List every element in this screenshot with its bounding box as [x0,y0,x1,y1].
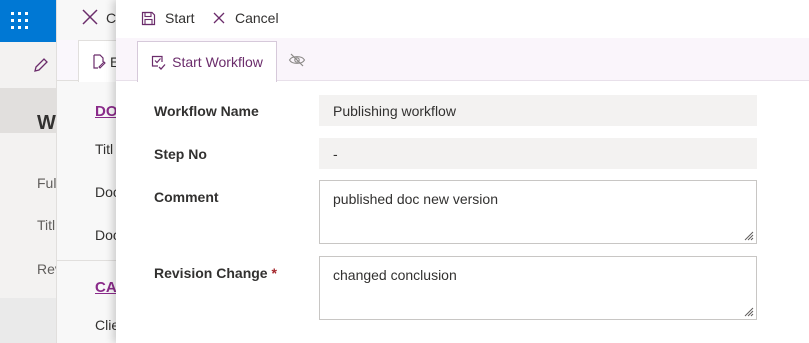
start-button[interactable]: Start [141,0,195,36]
cancel-button-label: Cancel [235,10,279,26]
field-label-partial: Ful [37,175,57,191]
tab-start-workflow-label: Start Workflow [172,54,263,70]
resize-grip-icon[interactable] [742,305,754,317]
close-icon [213,12,225,24]
revision-change-value: changed conclusion [333,267,457,283]
cancel-button[interactable]: Cancel [212,0,279,36]
revision-change-textarea[interactable]: changed conclusion [319,256,757,320]
edit-doc-icon [93,54,106,69]
app-launcher-button[interactable] [0,0,56,42]
pencil-icon[interactable] [32,56,50,74]
step-no-value: - [333,146,338,162]
section-heading-partial[interactable]: DO [95,103,118,120]
workflow-name-field: Publishing workflow [319,95,757,126]
workflow-name-value: Publishing workflow [333,103,456,119]
section-heading-partial[interactable]: CA [95,279,117,296]
revision-change-label-text: Revision Change [154,265,268,281]
comment-value: published doc new version [333,191,498,207]
footer-band [0,298,56,343]
field-label-partial: Titl [37,217,56,233]
revision-change-label: Revision Change * [154,265,277,281]
workflow-name-label: Workflow Name [154,103,259,119]
save-icon [141,11,156,25]
step-no-field: - [319,138,757,169]
tab-start-workflow[interactable]: Start Workflow [137,41,277,82]
resize-grip-icon[interactable] [742,229,754,241]
start-workflow-panel: Start Cancel Start Workflow Workflow Nam… [116,0,809,343]
eye-off-icon[interactable] [288,52,306,68]
command-bar: Start Cancel [116,0,809,38]
close-icon[interactable] [81,8,99,26]
workflow-check-icon [152,55,166,70]
start-button-label: Start [165,10,195,26]
comment-textarea[interactable]: published doc new version [319,180,757,244]
field-label-partial: Titl [95,141,114,157]
waffle-grid-icon [11,12,28,29]
app-sidebar: W Ful Titl Rev [0,0,62,343]
required-marker: * [271,265,277,281]
page-heading-partial: W [37,112,56,134]
comment-label: Comment [154,189,219,205]
step-no-label: Step No [154,146,207,162]
tab-edit[interactable]: E [78,40,120,82]
divider [57,260,117,261]
